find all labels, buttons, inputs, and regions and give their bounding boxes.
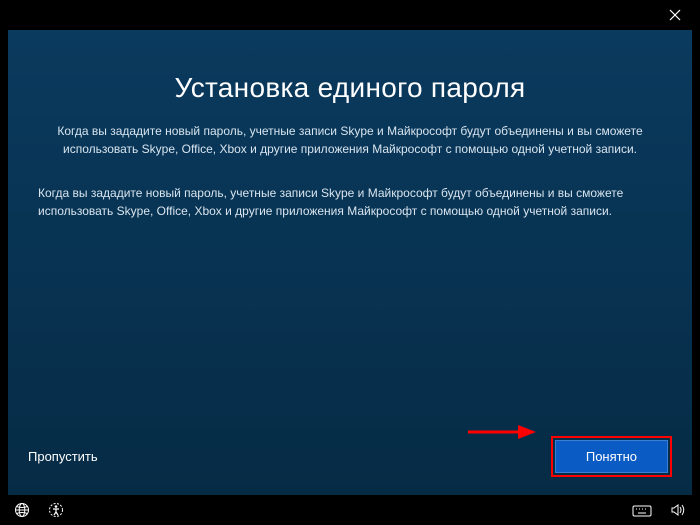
dialog-title: Установка единого пароля [38, 72, 662, 104]
taskbar [0, 495, 700, 525]
volume-icon [670, 502, 686, 518]
annotation-highlight: Понятно [551, 436, 672, 477]
setup-dialog: Установка единого пароля Когда вы задади… [8, 30, 692, 495]
accessibility-icon [48, 502, 64, 518]
close-icon [669, 9, 681, 21]
dialog-actions: Пропустить Понятно [8, 420, 692, 495]
volume-button[interactable] [670, 502, 686, 518]
keyboard-button[interactable] [632, 503, 652, 517]
skip-link[interactable]: Пропустить [28, 449, 98, 464]
language-button[interactable] [14, 502, 30, 518]
titlebar [0, 0, 700, 30]
confirm-button[interactable]: Понятно [555, 440, 668, 473]
close-button[interactable] [660, 0, 690, 30]
dialog-body: Когда вы зададите новый пароль, учетные … [38, 184, 662, 220]
dialog-content: Установка единого пароля Когда вы задади… [8, 30, 692, 420]
keyboard-icon [632, 503, 652, 517]
dialog-subtitle: Когда вы зададите новый пароль, учетные … [38, 122, 662, 158]
accessibility-button[interactable] [48, 502, 64, 518]
globe-icon [14, 502, 30, 518]
